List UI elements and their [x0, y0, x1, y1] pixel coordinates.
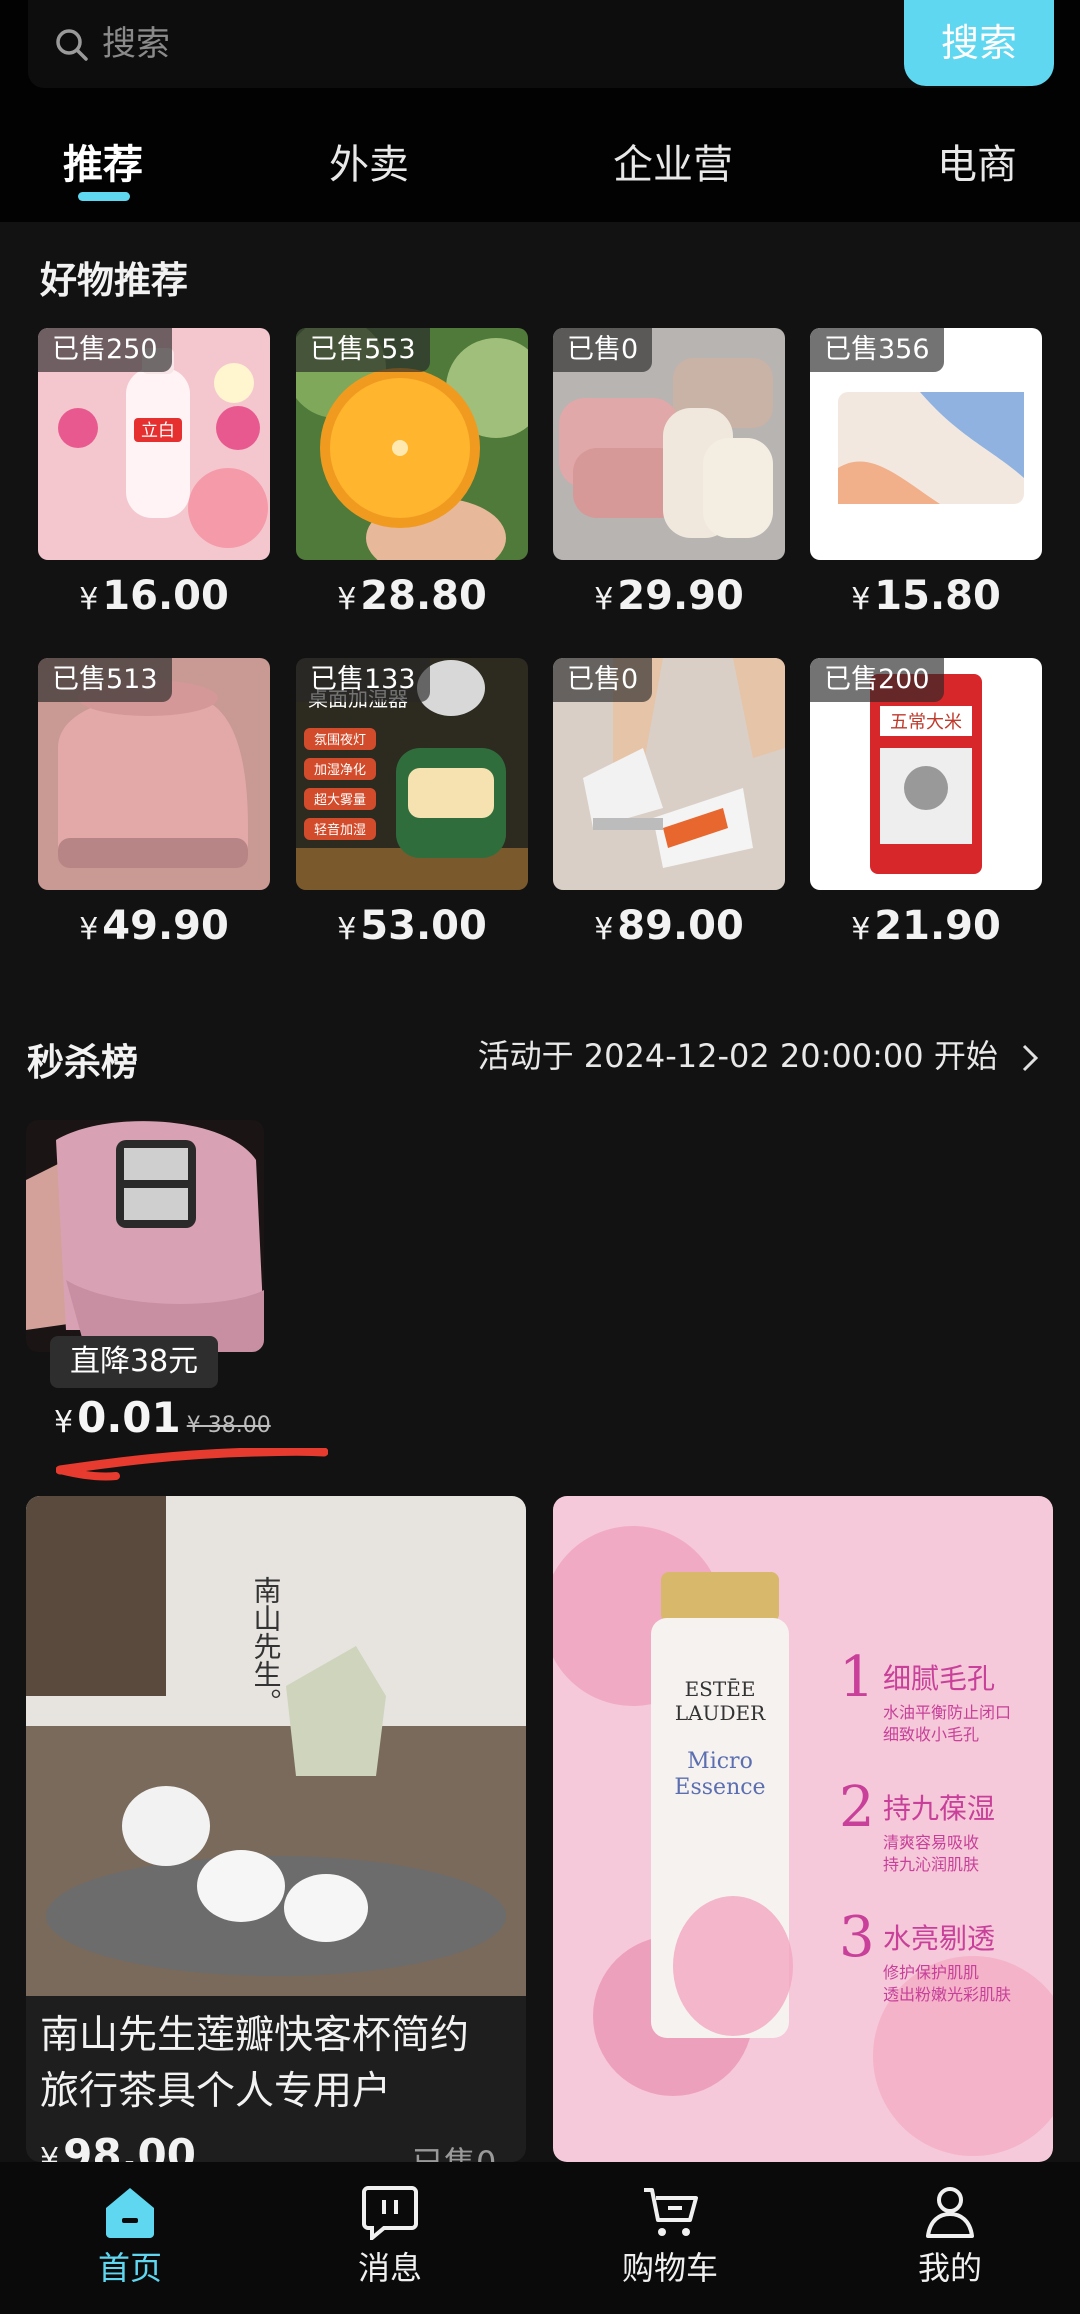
- search-icon: [56, 29, 88, 61]
- product-image: 已售0: [553, 328, 785, 560]
- product-card[interactable]: 已售513 ¥49.90: [38, 658, 270, 960]
- svg-text:氛围夜灯: 氛围夜灯: [314, 733, 366, 748]
- product-image: 已售513: [38, 658, 270, 890]
- product-card[interactable]: 已售0 ¥29.90: [553, 328, 785, 630]
- svg-text:细腻毛孔: 细腻毛孔: [883, 1662, 995, 1695]
- nav-messages[interactable]: 消息: [300, 2184, 480, 2290]
- svg-text:超大雾量: 超大雾量: [314, 793, 366, 808]
- product-price: ¥16.00: [79, 573, 229, 619]
- product-card[interactable]: 已售0 ¥89.00: [553, 658, 785, 960]
- svg-text:五常大米: 五常大米: [890, 712, 962, 733]
- tab-ecommerce[interactable]: 电商: [937, 130, 1017, 200]
- original-price: ¥ 38.00: [186, 1413, 271, 1438]
- nav-messages-label: 消息: [357, 2249, 422, 2287]
- nav-cart-label: 购物车: [621, 2249, 718, 2287]
- profile-icon: [926, 2187, 974, 2238]
- sold-badge: 已售356: [810, 328, 944, 372]
- sold-badge: 已售250: [38, 328, 172, 372]
- svg-text:ESTĒE: ESTĒE: [685, 1677, 756, 1701]
- top-header: 搜索 搜索 推荐 外卖 企业营 电商: [0, 0, 1080, 222]
- sold-badge: 已售133: [296, 658, 430, 702]
- product-image: 已售356: [810, 328, 1042, 560]
- product-price: ¥28.80: [337, 573, 487, 619]
- product-price: ¥21.90: [851, 903, 1001, 949]
- red-annotation-line: [56, 1448, 328, 1481]
- product-image: 桌面加湿器 氛围夜灯 加湿净化 超大雾量 轻音加湿 已售133: [296, 658, 528, 890]
- svg-text:轻音加湿: 轻音加湿: [314, 822, 366, 838]
- product-price: ¥49.90: [79, 903, 229, 949]
- sold-badge: 已售0: [553, 328, 653, 372]
- tab-takeout[interactable]: 外卖: [329, 130, 409, 200]
- flash-sale-price: ¥0.01 ¥ 38.00: [54, 1393, 271, 1442]
- svg-text:水亮剔透: 水亮剔透: [883, 1922, 995, 1955]
- tab-enterprise[interactable]: 企业营: [613, 130, 733, 200]
- sold-badge: 已售513: [38, 658, 172, 702]
- sold-badge: 已售553: [296, 328, 430, 372]
- svg-text:Micro: Micro: [687, 1749, 753, 1774]
- active-tab-indicator: [78, 192, 130, 201]
- svg-text:LAUDER: LAUDER: [675, 1701, 766, 1725]
- svg-text:1: 1: [839, 1645, 875, 1710]
- svg-text:透出粉嫩光彩肌肤: 透出粉嫩光彩肌肤: [883, 1985, 1011, 2004]
- feed-card-title: 南山先生莲瓣快客杯简约旅行茶具个人专用户: [40, 2013, 470, 2114]
- flash-sale-title: 秒杀榜: [27, 1041, 138, 1084]
- svg-text:持九葆湿: 持九葆湿: [883, 1792, 995, 1825]
- svg-text:3: 3: [839, 1905, 875, 1970]
- svg-text:Essence: Essence: [674, 1775, 765, 1800]
- svg-text:细致收小毛孔: 细致收小毛孔: [883, 1725, 979, 1744]
- product-price: ¥29.90: [594, 573, 744, 619]
- product-price: ¥15.80: [851, 573, 1001, 619]
- nav-profile[interactable]: 我的: [860, 2184, 1040, 2290]
- tab-recommend[interactable]: 推荐: [63, 130, 143, 200]
- feed-card[interactable]: ESTĒE LAUDER Micro Essence 1 细腻毛孔 水油平衡防止…: [553, 1496, 1053, 2162]
- feed-image: 南山先生。: [26, 1496, 526, 1996]
- search-box[interactable]: 搜索: [28, 0, 1038, 88]
- chevron-right-icon: [1022, 1044, 1039, 1072]
- bottom-navigation: 首页 消息 购物车 我的: [0, 2162, 1080, 2314]
- product-card[interactable]: 桌面加湿器 氛围夜灯 加湿净化 超大雾量 轻音加湿 已售133 ¥53.00: [296, 658, 528, 960]
- nav-cart[interactable]: 购物车: [580, 2184, 760, 2290]
- product-image: 已售553: [296, 328, 528, 560]
- flash-sale-schedule[interactable]: 活动于 2024-12-02 20:00:00 开始: [478, 1032, 1040, 1080]
- svg-text:水油平衡防止闭口: 水油平衡防止闭口: [883, 1703, 1011, 1722]
- product-price: ¥53.00: [337, 903, 487, 949]
- svg-text:持九沁润肌肤: 持九沁润肌肤: [883, 1855, 979, 1874]
- search-input[interactable]: 搜索: [102, 18, 170, 70]
- flash-sale-image: [26, 1120, 264, 1352]
- sold-badge: 已售0: [553, 658, 653, 702]
- nav-home-label: 首页: [97, 2249, 162, 2287]
- cart-icon: [644, 2188, 698, 2236]
- product-image: 五常大米 已售200: [810, 658, 1042, 890]
- flash-sale-start-time: 活动于 2024-12-02 20:00:00 开始: [477, 1037, 998, 1075]
- recommend-title: 好物推荐: [40, 259, 188, 302]
- discount-tag: 直降38元: [50, 1336, 219, 1388]
- product-card[interactable]: 五常大米 已售200 ¥21.90: [810, 658, 1042, 960]
- home-icon: [106, 2188, 154, 2238]
- svg-text:2: 2: [839, 1775, 875, 1840]
- product-image: 已售0: [553, 658, 785, 890]
- svg-text:立白: 立白: [141, 421, 175, 441]
- product-image: 立白 已售250: [38, 328, 270, 560]
- category-tabs: 推荐 外卖 企业营 电商: [0, 130, 1080, 200]
- svg-text:加湿净化: 加湿净化: [314, 763, 366, 778]
- flash-sale-item[interactable]: [26, 1120, 266, 1352]
- product-price: ¥89.00: [594, 903, 744, 949]
- nav-home[interactable]: 首页: [40, 2184, 220, 2290]
- search-button[interactable]: 搜索: [904, 0, 1054, 86]
- nav-profile-label: 我的: [917, 2249, 982, 2287]
- svg-text:清爽容易吸收: 清爽容易吸收: [883, 1833, 979, 1852]
- sold-badge: 已售200: [810, 658, 944, 702]
- svg-text:南山先生。: 南山先生。: [250, 1576, 283, 1716]
- feed-image: ESTĒE LAUDER Micro Essence 1 细腻毛孔 水油平衡防止…: [553, 1496, 1053, 2162]
- svg-text:修护保护肌肌: 修护保护肌肌: [883, 1963, 979, 1982]
- message-icon: [362, 2186, 418, 2240]
- product-card[interactable]: 立白 已售250 ¥16.00: [38, 328, 270, 630]
- product-card[interactable]: 已售356 ¥15.80: [810, 328, 1042, 630]
- product-card[interactable]: 已售553 ¥28.80: [296, 328, 528, 630]
